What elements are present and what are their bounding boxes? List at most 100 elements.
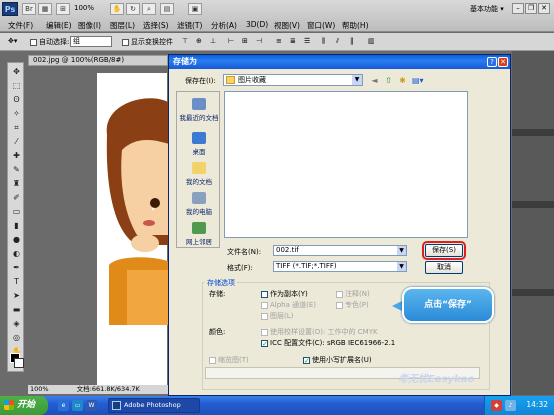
dialog-close-icon[interactable]: ✕ [498,57,508,67]
brush-icon[interactable]: ✎ [11,165,22,174]
magic-wand-icon[interactable]: ✧ [11,109,22,118]
zoom-icon[interactable]: ⌕ [142,3,156,15]
chevron-down-icon[interactable]: ▼ [352,75,362,85]
align-bottom-icon[interactable]: ⊥ [210,37,216,45]
lowercase-ext-checkbox[interactable]: 使用小写扩展名(U) [303,355,372,365]
word-icon[interactable]: W [86,400,97,411]
move-tool-icon[interactable]: ✥▾ [8,37,17,45]
layers-checkbox[interactable]: 图层(L) [261,311,293,321]
status-zoom[interactable]: 100% [30,385,49,393]
menu-file[interactable]: 文件(F) [8,20,33,31]
menu-layer[interactable]: 图层(L) [110,20,135,31]
place-desktop[interactable]: 桌面 [179,132,219,156]
chevron-down-icon[interactable]: ▼ [397,246,406,255]
cancel-button[interactable]: 取消 [425,261,463,274]
menu-window[interactable]: 窗口(W) [307,20,335,31]
eraser-icon[interactable]: ▭ [11,207,22,216]
healing-icon[interactable]: ✚ [11,151,22,160]
zoom-tool-icon[interactable]: ⊞ [56,3,70,15]
guides-icon[interactable]: ▦ [38,3,52,15]
arrange-docs-icon[interactable]: ▤ [160,3,174,15]
auto-select-checkbox[interactable]: 自动选择: [30,37,69,47]
lasso-icon[interactable]: ʘ [11,95,22,104]
eyedropper-icon[interactable]: ⁄ [11,137,22,146]
align-center-icon[interactable]: ⊞ [242,37,248,45]
align-middle-icon[interactable]: ⊕ [196,37,202,45]
menu-view[interactable]: 视图(V) [274,20,300,31]
type-icon[interactable]: T [11,277,22,286]
align-left-icon[interactable]: ⊢ [228,37,234,45]
menu-edit[interactable]: 编辑(E) [46,20,72,31]
spot-checkbox[interactable]: 专色(P) [336,300,369,310]
bridge-icon[interactable]: Br [22,3,36,15]
gradient-icon[interactable]: ▮ [11,221,22,230]
icc-checkbox[interactable]: ICC 配置文件(C): sRGB IEC61966-2.1 [261,338,395,348]
zoom-level[interactable]: 100% [74,4,94,12]
taskbar-photoshop[interactable]: Adobe Photoshop [108,398,200,413]
align-right-icon[interactable]: ⊣ [256,37,262,45]
menu-select[interactable]: 选择(S) [143,20,169,31]
3d-rotate-icon[interactable]: ◈ [11,319,22,328]
auto-align-icon[interactable]: ▥ [368,37,375,45]
place-my-docs[interactable]: 我的文档 [179,162,219,186]
start-button[interactable]: 开始 [0,396,48,415]
new-folder-icon[interactable]: ✱ [397,75,408,86]
menu-filter[interactable]: 滤镜(T) [177,20,202,31]
auto-select-dropdown[interactable]: 组 [70,36,112,47]
alpha-checkbox[interactable]: Alpha 通道(E) [261,300,316,310]
chevron-down-icon[interactable]: ▼ [397,262,406,271]
distribute5-icon[interactable]: ⫽ [336,37,339,46]
stamp-icon[interactable]: ♜ [11,179,22,188]
distribute2-icon[interactable]: ≣ [290,37,296,45]
blur-icon[interactable]: ● [11,235,22,244]
history-brush-icon[interactable]: ✐ [11,193,22,202]
pen-icon[interactable]: ✒ [11,263,22,272]
align-top-icon[interactable]: ⊤ [182,37,188,45]
file-list[interactable] [224,91,468,238]
place-recent[interactable]: 我最近的文档 [179,98,219,122]
restore-icon[interactable]: ❐ [525,3,537,14]
crop-icon[interactable]: ⌗ [11,123,22,132]
path-select-icon[interactable]: ➤ [11,291,22,300]
close-icon[interactable]: ✕ [538,3,550,14]
3d-orbit-icon[interactable]: ◎ [11,333,22,342]
place-my-computer[interactable]: 我的电脑 [179,192,219,216]
show-transform-checkbox[interactable]: 显示变换控件 [122,37,173,47]
panel-header[interactable] [512,289,554,296]
notes-checkbox[interactable]: 注释(N) [336,289,370,299]
distribute4-icon[interactable]: ⫼ [322,37,325,46]
menu-image[interactable]: 图像(I) [78,20,101,31]
marquee-icon[interactable]: ⬚ [11,81,22,90]
filename-field[interactable]: 002.tif ▼ [273,245,407,256]
help-icon[interactable]: ? [487,57,497,67]
menu-help[interactable]: 帮助(H) [342,20,369,31]
document-tab[interactable]: 002.jpg @ 100%(RGB/8#) [28,55,168,66]
format-dropdown[interactable]: TIFF (*.TIF;*.TIFF) ▼ [273,261,407,272]
view-menu-icon[interactable]: ▤▾ [412,75,424,86]
rotate-view-icon[interactable]: ↻ [126,3,140,15]
minimize-icon[interactable]: – [512,3,524,14]
workspace-switcher[interactable]: 基本功能 ▾ [470,4,504,14]
tray-app-icon[interactable]: ◆ [491,400,502,411]
volume-icon[interactable]: ♪ [505,400,516,411]
distribute6-icon[interactable]: ‖ [350,37,354,45]
distribute-icon[interactable]: ≡ [276,37,282,45]
thumbnail-checkbox[interactable]: 缩览图(T) [209,355,249,365]
place-network[interactable]: 网上邻居 [179,222,219,246]
dodge-icon[interactable]: ◐ [11,249,22,258]
menu-3d[interactable]: 3D(D) [246,20,268,29]
hand-icon[interactable]: ✋ [110,3,124,15]
menu-analysis[interactable]: 分析(A) [211,20,237,31]
panel-header[interactable] [512,201,554,208]
distribute3-icon[interactable]: ☰ [304,37,310,45]
show-desktop-icon[interactable]: ▭ [72,400,83,411]
as-copy-checkbox[interactable]: 作为副本(Y) [261,289,308,299]
shape-icon[interactable]: ▬ [11,305,22,314]
save-in-dropdown[interactable]: 图片收藏 ▼ [223,74,363,86]
use-proof-checkbox[interactable]: 使用校样设置(O): 工作中的 CMYK [261,327,378,337]
save-button[interactable]: 保存(S) [422,241,466,260]
background-color-swatch[interactable] [14,358,24,368]
move-icon[interactable]: ✥ [11,67,22,76]
up-folder-icon[interactable]: ⇧ [383,75,394,86]
back-icon[interactable]: ◄ [369,75,380,86]
